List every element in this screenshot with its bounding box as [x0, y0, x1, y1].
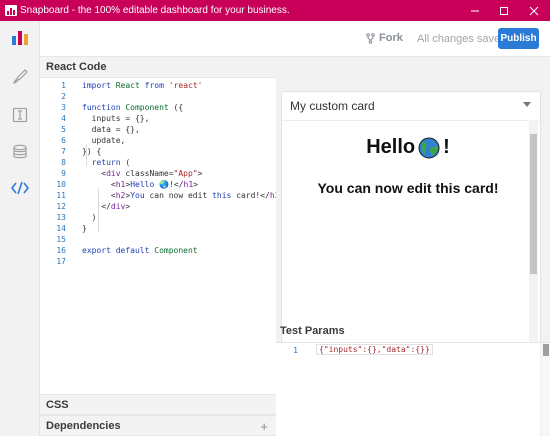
test-params-editor[interactable]: 1 {"inputs":{},"data":{}} [276, 342, 550, 436]
line-number: 15 [56, 235, 66, 244]
code-line: </div> [82, 202, 131, 211]
code-line: function Component ({ [82, 103, 184, 112]
toolbar: Fork All changes saved Publish [40, 21, 550, 57]
card-scrollbar[interactable] [529, 120, 538, 342]
react-code-editor[interactable]: 1 import React from 'react' 2 3 function Com… [40, 78, 276, 396]
line-number: 1 [293, 346, 298, 355]
line-number: 11 [56, 191, 66, 200]
code-editor-panel: React Code 1 import React from 'react' 2 3 f… [40, 57, 276, 436]
hello-exclaim: ! [443, 136, 450, 158]
line-number: 6 [61, 136, 66, 145]
line-number: 2 [61, 92, 66, 101]
code-line: <div className="App"> [82, 169, 203, 178]
line-number: 13 [56, 213, 66, 222]
line-number: 7 [61, 147, 66, 156]
close-button[interactable] [519, 0, 549, 21]
code-tab-button[interactable] [10, 178, 30, 198]
custom-card: My custom card Hello ! You can now edit … [281, 91, 541, 343]
inputs-tab-button[interactable] [10, 105, 30, 125]
preview-panel: My custom card Hello ! You can now edit … [276, 57, 550, 436]
line-number: 8 [61, 158, 66, 167]
add-dependency-button[interactable]: + [260, 416, 268, 436]
dependencies-header[interactable]: Dependencies + [40, 415, 276, 436]
window-titlebar: Snapboard - the 100% editable dashboard … [0, 0, 550, 21]
snapboard-logo-icon [5, 5, 17, 16]
line-number: 17 [56, 257, 66, 266]
maximize-button[interactable] [489, 0, 519, 21]
line-number: 10 [56, 180, 66, 189]
window-title: Snapboard - the 100% editable dashboard … [20, 5, 290, 16]
react-code-header[interactable]: React Code [40, 57, 276, 78]
fork-icon [366, 32, 375, 44]
code-line: inputs = {}, [82, 114, 150, 123]
test-params-code[interactable]: {"inputs":{},"data":{}} [316, 344, 433, 355]
data-tab-button[interactable] [10, 142, 30, 162]
card-subheading: You can now edit this card! [317, 180, 499, 196]
code-line: }) { [82, 147, 102, 156]
scroll-thumb[interactable] [530, 134, 537, 274]
line-number: 5 [61, 125, 66, 134]
code-line: import React from 'react' [82, 81, 203, 90]
line-number: 3 [61, 103, 66, 112]
chevron-down-icon[interactable] [523, 102, 531, 107]
fork-button[interactable]: Fork [366, 32, 403, 44]
card-title: My custom card [290, 99, 375, 113]
code-icon [11, 181, 29, 195]
test-params-header: Test Params [280, 325, 345, 337]
css-header[interactable]: CSS [40, 394, 276, 415]
minimize-icon [471, 10, 479, 11]
text-field-icon [12, 107, 28, 123]
snapboard-logo-icon [12, 31, 28, 45]
database-icon [13, 144, 27, 159]
line-number: 14 [56, 224, 66, 233]
save-status: All changes saved [417, 33, 507, 45]
home-logo-button[interactable] [10, 28, 30, 48]
minimize-button[interactable] [460, 0, 490, 21]
close-icon [529, 6, 539, 15]
line-number: 9 [61, 169, 66, 178]
card-heading: Hello ! [282, 136, 534, 159]
scroll-thumb[interactable] [543, 344, 549, 356]
globe-icon [418, 137, 440, 158]
brush-icon [13, 69, 28, 84]
fork-label: Fork [379, 32, 403, 44]
line-number: 16 [56, 246, 66, 255]
code-line: return ( [91, 158, 131, 167]
line-number: 4 [61, 114, 66, 123]
params-scrollbar[interactable] [540, 343, 550, 436]
sidebar [0, 21, 40, 436]
line-number: 12 [56, 202, 66, 211]
publish-button[interactable]: Publish [498, 28, 539, 49]
dependencies-label: Dependencies [46, 420, 121, 432]
code-line: export default Component [82, 246, 198, 255]
code-line: } [82, 224, 87, 233]
code-line: update, [82, 136, 126, 145]
code-line: data = {}, [82, 125, 140, 134]
design-tab-button[interactable] [10, 67, 30, 87]
line-number: 1 [61, 81, 66, 90]
code-line: <h1>Hello 🌏!</h1> [82, 180, 198, 189]
code-line: ) [82, 213, 97, 222]
code-line: <h2>You can now edit this card!</h2> [82, 191, 276, 200]
maximize-icon [500, 6, 508, 15]
divider [282, 120, 540, 121]
hello-text: Hello [366, 136, 416, 158]
